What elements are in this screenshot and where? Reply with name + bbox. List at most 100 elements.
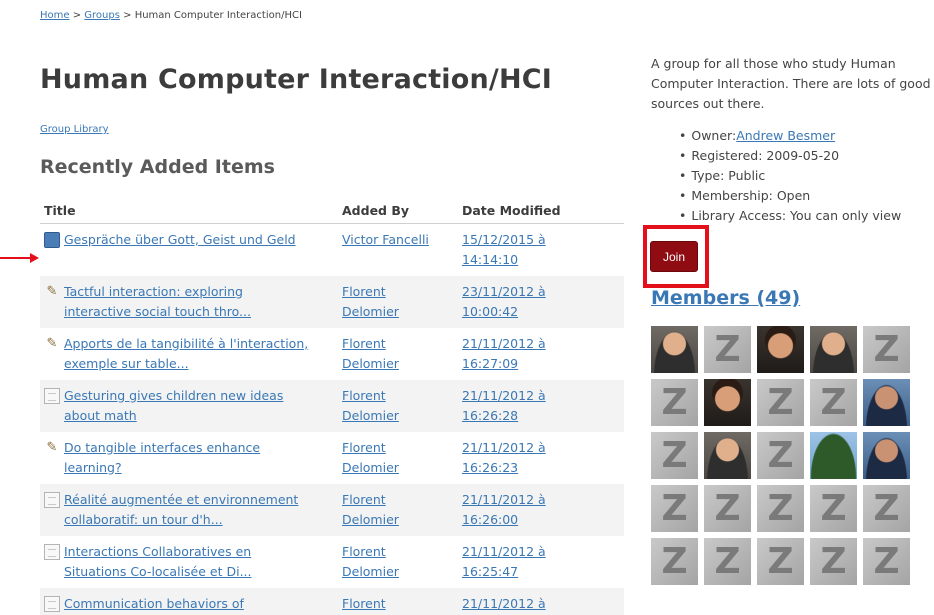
- member-avatar[interactable]: [651, 538, 698, 585]
- member-avatar[interactable]: [810, 538, 857, 585]
- breadcrumb-groups-link[interactable]: Groups: [84, 10, 120, 21]
- added-by-link[interactable]: FlorentDelomier: [342, 388, 399, 423]
- title-cell: ✎ Do tangible interfaces enhance learning?: [40, 432, 338, 484]
- title-cell: Gesturing gives children new ideas about …: [40, 379, 338, 432]
- item-title-link[interactable]: Communication behaviors ofco-located use…: [64, 594, 279, 615]
- pen-icon: ✎: [46, 283, 58, 299]
- member-avatar[interactable]: [810, 379, 857, 426]
- date-cell: 21/11/2012 à 16:26:00: [458, 483, 624, 536]
- table-row[interactable]: Gespräche über Gott, Geist und Geld Victo…: [40, 223, 624, 276]
- date-link[interactable]: 21/11/2012 à 16:25:47: [462, 544, 546, 579]
- member-avatar[interactable]: [863, 538, 910, 585]
- column-header-added-by[interactable]: Added By: [338, 199, 458, 224]
- owner-item: Owner:Andrew Besmer: [679, 126, 931, 146]
- member-avatar[interactable]: [863, 326, 910, 373]
- date-link[interactable]: 21/11/2012 à 16:26:00: [462, 492, 546, 527]
- member-avatar[interactable]: [651, 432, 698, 479]
- date-cell: 21/11/2012 à 16:26:28: [458, 379, 624, 432]
- member-avatar[interactable]: [863, 379, 910, 426]
- table-row[interactable]: Interactions Collaboratives en Situations…: [40, 536, 624, 588]
- title-cell: ✎ Tactful interaction: exploring interacti…: [40, 275, 338, 328]
- added-by-link[interactable]: FlorentDelomier: [342, 284, 399, 319]
- member-avatar[interactable]: [704, 379, 751, 426]
- member-avatar[interactable]: [704, 432, 751, 479]
- member-avatar[interactable]: [863, 485, 910, 532]
- title-cell: Gespräche über Gott, Geist und Geld: [40, 223, 338, 276]
- added-by-link[interactable]: FlorentDelomier: [342, 596, 399, 615]
- group-info-sidebar: A group for all those who study Human Co…: [651, 54, 931, 226]
- member-avatar[interactable]: [651, 326, 698, 373]
- item-title-link[interactable]: Do tangible interfaces enhance learning?: [64, 438, 260, 478]
- breadcrumb-separator: >: [69, 10, 85, 21]
- members-link[interactable]: Members (49): [651, 287, 800, 309]
- member-avatar[interactable]: [757, 379, 804, 426]
- title-cell: Communication behaviors ofco-located use…: [40, 587, 338, 615]
- item-title-link[interactable]: Apports de la tangibilité à l'interactio…: [64, 334, 308, 374]
- title-cell: Réalité augmentée et environnement collab…: [40, 483, 338, 536]
- column-header-title[interactable]: Title: [40, 199, 338, 224]
- member-avatar[interactable]: [810, 485, 857, 532]
- group-library-link[interactable]: Group Library: [40, 124, 109, 135]
- column-header-date-modified[interactable]: Date Modified: [458, 199, 624, 224]
- added-by-link[interactable]: FlorentDelomier: [342, 544, 399, 579]
- table-row[interactable]: ✎ Do tangible interfaces enhance learning?…: [40, 432, 624, 484]
- item-title-link[interactable]: Réalité augmentée et environnement collab…: [64, 490, 298, 530]
- date-link[interactable]: 21/11/2012 à 16:26:28: [462, 388, 546, 423]
- member-avatar[interactable]: [757, 432, 804, 479]
- pen-icon: ✎: [46, 335, 58, 351]
- added-by-cell: FlorentDelomier: [338, 483, 458, 536]
- group-meta-list: Owner:Andrew Besmer Registered: 2009-05-…: [679, 126, 931, 226]
- member-avatar[interactable]: [757, 485, 804, 532]
- owner-label: Owner:: [691, 128, 737, 143]
- date-link[interactable]: 21/11/2012 à16:25:33: [462, 596, 546, 615]
- member-avatar[interactable]: [704, 485, 751, 532]
- member-avatar[interactable]: [757, 326, 804, 373]
- added-by-cell: FlorentDelomier: [338, 536, 458, 588]
- breadcrumb-home-link[interactable]: Home: [40, 10, 70, 21]
- membership-item: Membership: Open: [679, 186, 931, 206]
- member-avatar[interactable]: [704, 326, 751, 373]
- added-by-cell: FlorentDelomier: [338, 328, 458, 380]
- item-title-link[interactable]: Interactions Collaboratives en Situations…: [64, 542, 252, 582]
- added-by-cell: FlorentDelomier: [338, 587, 458, 615]
- added-by-link[interactable]: FlorentDelomier: [342, 492, 399, 527]
- member-avatar[interactable]: [757, 538, 804, 585]
- member-avatar[interactable]: [810, 326, 857, 373]
- date-link[interactable]: 23/11/2012 à 10:00:42: [462, 284, 546, 319]
- table-row[interactable]: Réalité augmentée et environnement collab…: [40, 483, 624, 536]
- date-link[interactable]: 15/12/2015 à 14:14:10: [462, 232, 546, 267]
- added-by-cell: FlorentDelomier: [338, 432, 458, 484]
- added-by-cell: FlorentDelomier: [338, 275, 458, 328]
- page-title: Human Computer Interaction/HCI: [40, 64, 553, 95]
- member-avatar[interactable]: [704, 538, 751, 585]
- added-by-link[interactable]: FlorentDelomier: [342, 440, 399, 475]
- member-avatar[interactable]: [810, 432, 857, 479]
- title-cell: Interactions Collaboratives en Situations…: [40, 536, 338, 588]
- added-by-cell: Victor Fancelli: [338, 223, 458, 276]
- date-link[interactable]: 21/11/2012 à 16:27:09: [462, 336, 546, 371]
- member-avatar[interactable]: [863, 432, 910, 479]
- table-row[interactable]: ✎ Apports de la tangibilité à l'interacti…: [40, 328, 624, 380]
- member-avatar[interactable]: [651, 379, 698, 426]
- breadcrumb-current: Human Computer Interaction/HCI: [134, 10, 302, 21]
- added-by-link[interactable]: FlorentDelomier: [342, 336, 399, 371]
- join-button[interactable]: Join: [650, 241, 698, 272]
- item-title-link[interactable]: Gespräche über Gott, Geist und Geld: [64, 230, 296, 250]
- registered-item: Registered: 2009-05-20: [679, 146, 931, 166]
- document-icon: [44, 595, 60, 612]
- type-item: Type: Public: [679, 166, 931, 186]
- recent-items-table: Title Added By Date Modified Gespräche ü…: [40, 199, 624, 615]
- item-title-link[interactable]: Tactful interaction: exploring interactiv…: [64, 282, 251, 322]
- table-row[interactable]: Gesturing gives children new ideas about …: [40, 379, 624, 432]
- item-title-link[interactable]: Gesturing gives children new ideas about …: [64, 386, 283, 426]
- table-row[interactable]: ✎ Tactful interaction: exploring interacti…: [40, 275, 624, 328]
- date-cell: 15/12/2015 à 14:14:10: [458, 223, 624, 276]
- added-by-link[interactable]: Victor Fancelli: [342, 232, 429, 247]
- table-row[interactable]: Communication behaviors ofco-located use…: [40, 587, 624, 615]
- red-arrow-annotation: [0, 253, 39, 263]
- member-avatar[interactable]: [651, 485, 698, 532]
- owner-link[interactable]: Andrew Besmer: [736, 128, 835, 143]
- document-icon: [44, 491, 60, 508]
- date-link[interactable]: 21/11/2012 à 16:26:23: [462, 440, 546, 475]
- added-by-cell: FlorentDelomier: [338, 379, 458, 432]
